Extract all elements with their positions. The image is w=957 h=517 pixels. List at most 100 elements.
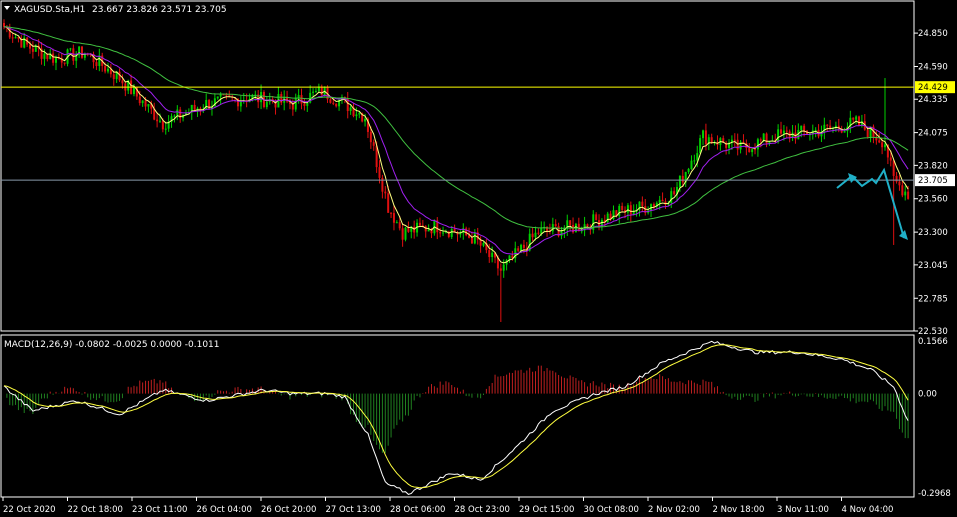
- candle-body: [560, 230, 563, 237]
- y-tick-label: 24.850: [918, 29, 948, 39]
- candle-body: [704, 130, 707, 145]
- candle-body: [881, 142, 884, 148]
- candle-body: [736, 139, 739, 150]
- candle-body: [754, 149, 757, 151]
- candle-body: [104, 66, 107, 72]
- candle-body: [878, 140, 881, 143]
- candle-body: [843, 131, 846, 133]
- candle-body: [537, 232, 540, 234]
- candle-body: [814, 129, 817, 131]
- candle-body: [329, 99, 332, 103]
- candle-body: [395, 222, 398, 224]
- candle-body: [31, 48, 34, 52]
- candle-body: [626, 205, 629, 213]
- candle-body: [54, 57, 57, 63]
- candle-body: [517, 248, 520, 251]
- candle-body: [904, 191, 907, 196]
- candle-body: [427, 229, 430, 232]
- candle-body: [733, 139, 736, 141]
- candle-body: [418, 222, 421, 226]
- main-pane-border[interactable]: [0, 0, 915, 332]
- candle-body: [52, 53, 55, 63]
- candle-body: [28, 44, 31, 49]
- x-tick-label: 29 Oct 15:00: [519, 505, 574, 515]
- candle-body: [141, 100, 144, 104]
- candle-body: [522, 244, 525, 248]
- candle-body: [586, 224, 589, 227]
- candle-body: [147, 104, 150, 107]
- candle-body: [710, 137, 713, 143]
- candle-body: [852, 117, 855, 120]
- candle-body: [349, 107, 352, 112]
- candle-body: [300, 95, 303, 104]
- candle-body: [112, 74, 115, 80]
- candle-body: [294, 97, 297, 110]
- candle-body: [95, 62, 98, 67]
- candle-body: [121, 80, 124, 84]
- price-tag-label: 23.705: [918, 176, 948, 186]
- candle-body: [80, 46, 83, 58]
- candle-body: [612, 210, 615, 220]
- candle-body: [387, 193, 390, 213]
- chart-header: XAGUSD.Sta,H1 23.667 23.826 23.571 23.70…: [4, 5, 227, 15]
- candle-body: [661, 199, 664, 202]
- candle-body: [681, 175, 684, 183]
- candle-body: [884, 144, 887, 148]
- candle-body: [465, 228, 468, 236]
- candle-body: [759, 139, 762, 141]
- dropdown-triangle-icon[interactable]: [4, 6, 10, 10]
- x-tick-label: 4 Nov 04:00: [842, 505, 894, 515]
- candle-body: [470, 237, 473, 244]
- candle-body: [11, 37, 14, 39]
- candle-body: [762, 133, 765, 141]
- candlestick-series: [3, 19, 910, 323]
- macd-y-tick-label: 0.1566: [918, 337, 948, 347]
- macd-pane-border[interactable]: [0, 334, 915, 498]
- candle-body: [364, 118, 367, 122]
- macd-y-tick-label: 0.00: [918, 390, 937, 400]
- macd-indicator[interactable]: [3, 340, 909, 495]
- candle-body: [748, 148, 751, 153]
- candle-body: [491, 252, 494, 258]
- macd-y-tick-label: -0.2968: [918, 489, 951, 499]
- candle-body: [450, 229, 453, 237]
- horizontal-levels[interactable]: [1, 86, 914, 181]
- price-tag-label: 24.429: [918, 83, 948, 93]
- candle-body: [303, 103, 306, 106]
- candle-body: [785, 130, 788, 132]
- x-tick-label: 30 Oct 08:00: [584, 505, 639, 515]
- candle-body: [173, 115, 176, 117]
- candle-body: [3, 22, 5, 27]
- candle-body: [803, 125, 806, 131]
- candle-body: [901, 185, 904, 196]
- candle-body: [780, 129, 783, 134]
- candle-body: [306, 102, 309, 106]
- candle-body: [43, 53, 46, 59]
- main-chart-frame[interactable]: [0, 0, 915, 498]
- candle-body: [355, 114, 358, 117]
- candle-body: [158, 120, 161, 122]
- candle-body: [332, 102, 335, 104]
- candle-body: [756, 139, 759, 150]
- candle-body: [390, 212, 393, 214]
- candle-body: [407, 227, 410, 232]
- candle-body: [401, 228, 404, 240]
- x-tick-label: 28 Oct 06:00: [390, 505, 445, 515]
- candle-body: [358, 113, 361, 115]
- candle-body: [800, 125, 803, 130]
- candle-body: [520, 244, 523, 251]
- candle-body: [144, 100, 147, 107]
- ma-slow-line: [3, 26, 909, 229]
- candle-body: [907, 191, 910, 199]
- x-tick-label: 22 Oct 18:00: [68, 505, 123, 515]
- candle-body: [335, 103, 338, 107]
- candle-body: [320, 86, 323, 96]
- candle-body: [621, 205, 624, 211]
- candle-body: [488, 250, 491, 258]
- candle-body: [534, 232, 537, 238]
- candle-body: [297, 95, 300, 98]
- candle-body: [193, 104, 196, 110]
- candle-body: [14, 37, 17, 39]
- x-tick-label: 3 Nov 11:00: [777, 505, 829, 515]
- candle-body: [699, 138, 702, 154]
